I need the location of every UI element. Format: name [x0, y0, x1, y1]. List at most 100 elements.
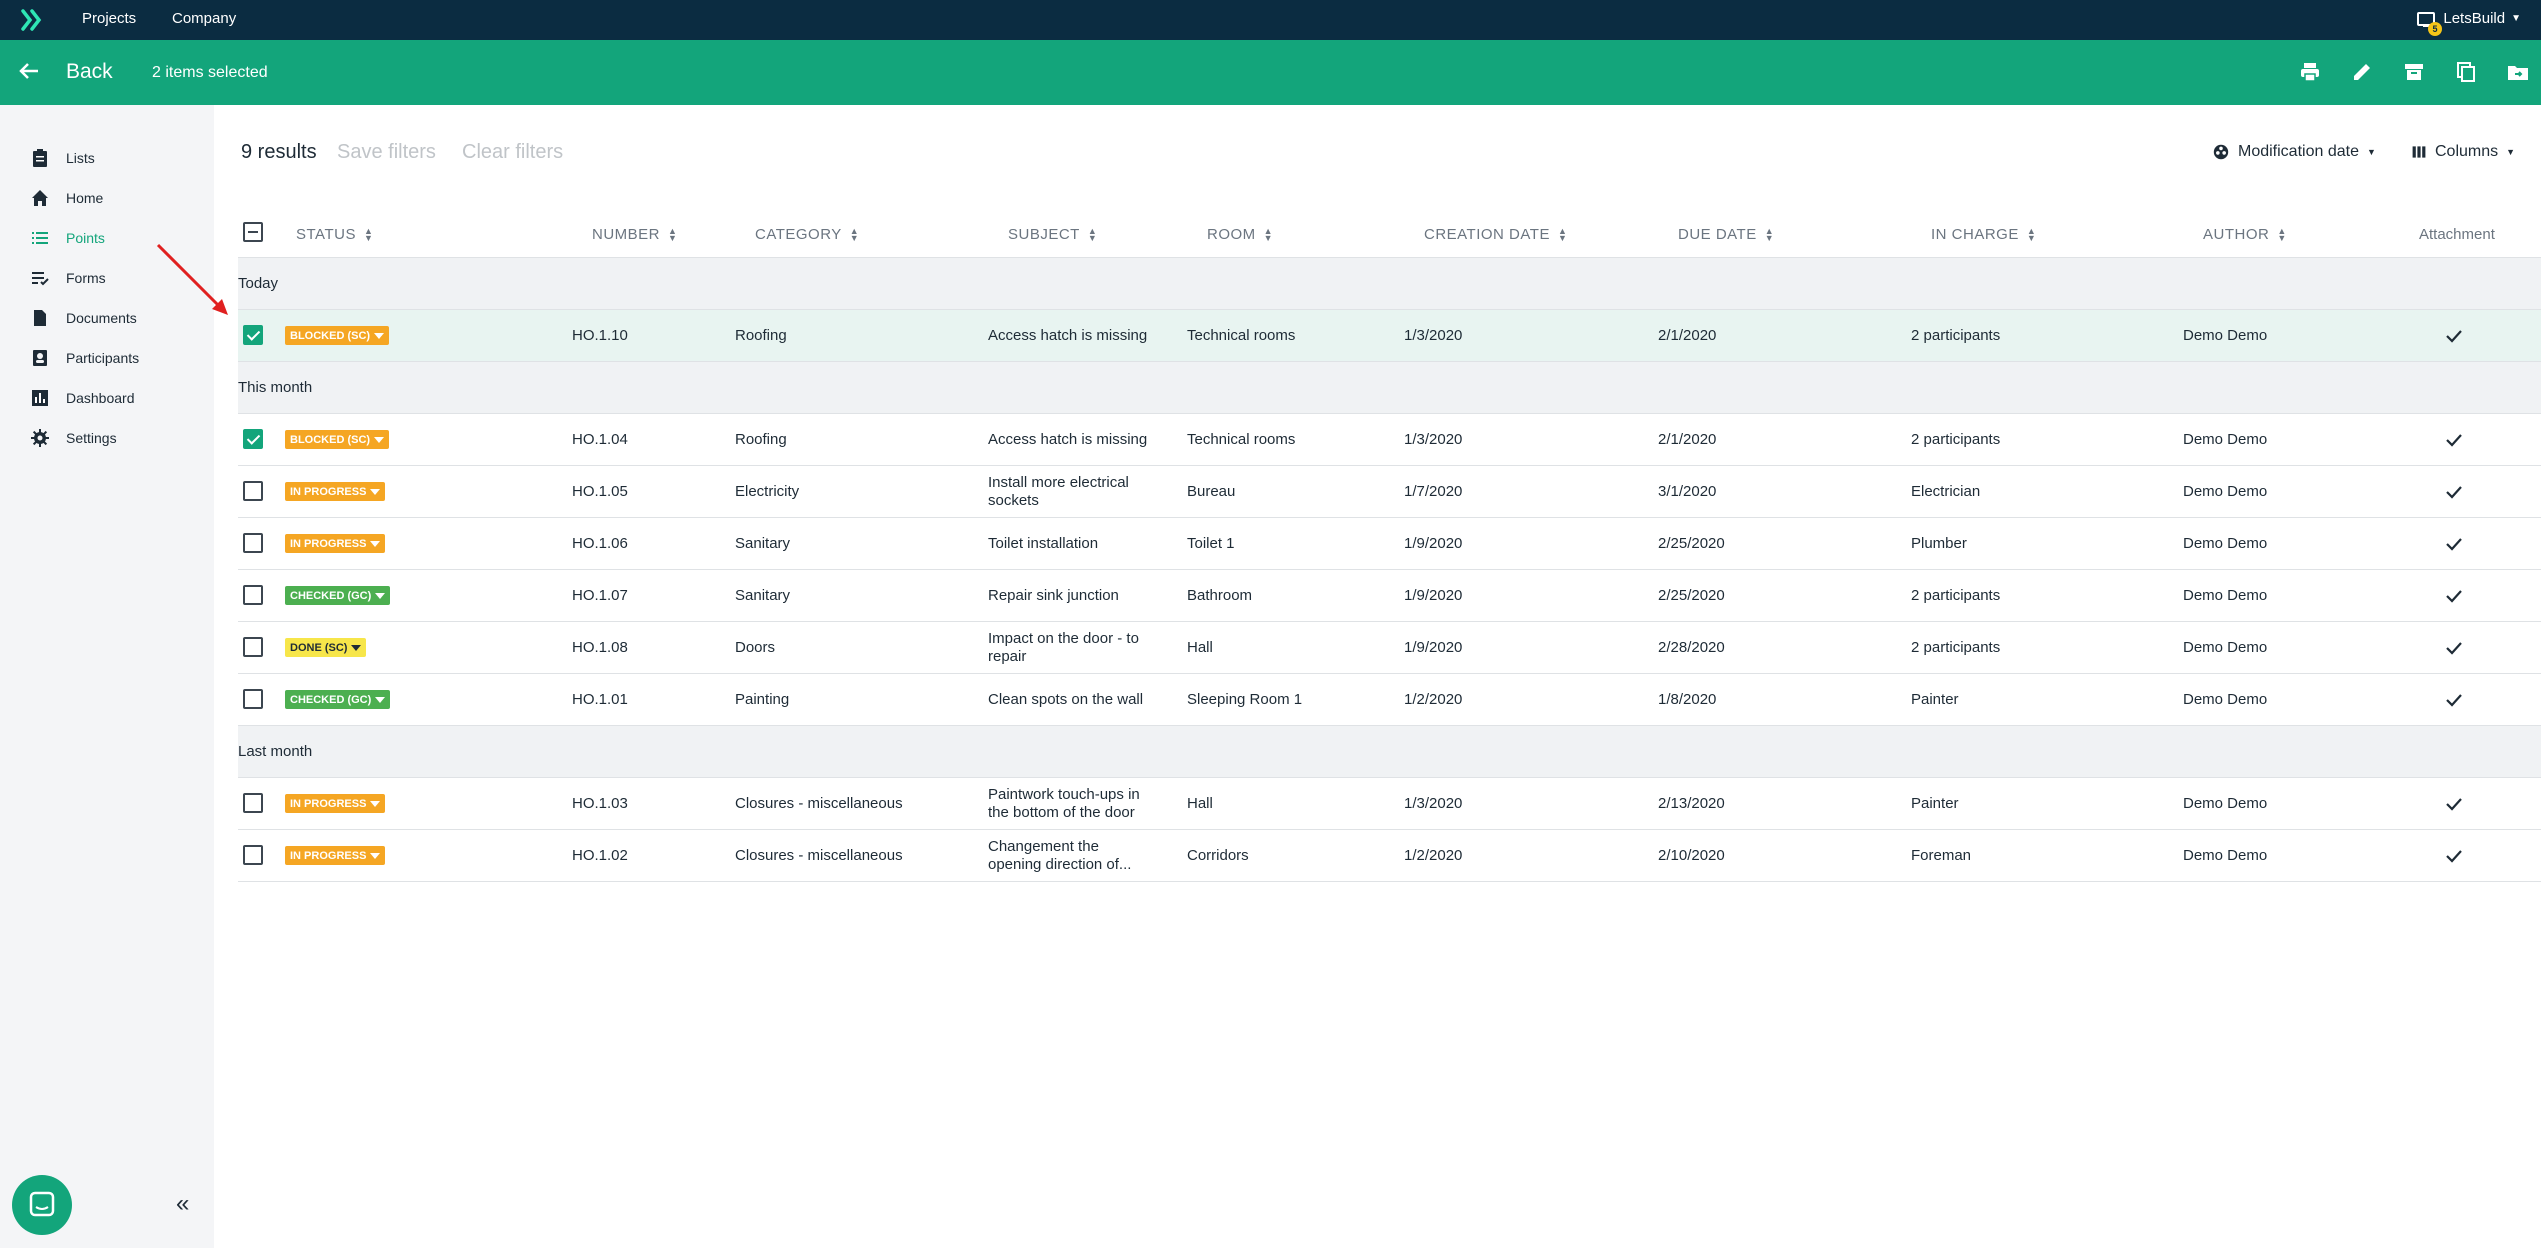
sidebar-item-label: Settings — [66, 430, 117, 446]
cell-creation: 1/3/2020 — [1404, 431, 1463, 448]
sidebar-item-settings[interactable]: Settings — [30, 425, 117, 451]
column-header-due-date[interactable]: DUE DATE ▲ ▼ — [1678, 226, 1774, 243]
cell-category: Sanitary — [735, 587, 791, 604]
sort-dropdown[interactable]: Modification date ▼ — [2212, 143, 2376, 161]
select-all-checkbox[interactable] — [243, 222, 263, 242]
subject-line: Access hatch is missing — [988, 431, 1148, 448]
table-row[interactable]: CHECKED (GC) HO.1.07 Sanitary Repair sink j… — [238, 570, 2541, 622]
status-badge[interactable]: IN PROGRESS — [285, 534, 386, 553]
back-button[interactable]: Back — [66, 60, 113, 84]
column-header-author[interactable]: AUTHOR ▲ ▼ — [2203, 226, 2287, 243]
sidebar-item-lists[interactable]: Lists — [30, 145, 95, 171]
status-badge[interactable]: DONE (SC) — [285, 638, 367, 657]
back-arrow-icon[interactable] — [18, 60, 40, 82]
collapse-sidebar-button[interactable]: « — [176, 1190, 189, 1218]
status-badge[interactable]: IN PROGRESS — [285, 794, 386, 813]
table-row[interactable]: CHECKED (GC) HO.1.01 Painting Clean spots o… — [238, 674, 2541, 726]
notification-button[interactable]: 5 — [2416, 10, 2442, 36]
sidebar-item-label: Points — [66, 230, 105, 246]
cell-attachment — [2444, 778, 2464, 830]
cell-creation: 1/9/2020 — [1404, 587, 1463, 604]
sidebar-item-home[interactable]: Home — [30, 185, 103, 211]
cell-category: Doors — [735, 639, 776, 656]
sidebar-item-label: Lists — [66, 150, 95, 166]
user-menu[interactable]: LetsBuild ▼ — [2443, 10, 2521, 27]
move-folder-icon[interactable] — [2506, 60, 2530, 84]
row-checkbox[interactable] — [243, 533, 263, 553]
column-header-category[interactable]: CATEGORY ▲ ▼ — [755, 226, 859, 243]
status-label: BLOCKED (SC) — [290, 329, 371, 342]
column-header-room[interactable]: ROOM ▲ ▼ — [1207, 226, 1273, 243]
row-checkbox[interactable] — [243, 845, 263, 865]
status-badge[interactable]: BLOCKED (SC) — [285, 430, 390, 449]
logo-icon[interactable] — [20, 8, 44, 32]
sidebar-item-label: Forms — [66, 270, 106, 286]
sort-arrows-icon: ▲ ▼ — [2026, 225, 2037, 243]
table-row[interactable]: BLOCKED (SC) HO.1.10 Roofing Access hatch i… — [238, 310, 2541, 362]
subject-line: opening direction of... — [988, 856, 1132, 873]
sidebar-item-label: Home — [66, 190, 104, 206]
table-row[interactable]: IN PROGRESS HO.1.03 Closures - miscellaneo… — [238, 778, 2541, 830]
row-checkbox[interactable] — [243, 429, 263, 449]
table-row[interactable]: BLOCKED (SC) HO.1.04 Roofing Access hatch i… — [238, 414, 2541, 466]
save-filters-button[interactable]: Save filters — [337, 141, 436, 164]
edit-icon[interactable] — [2350, 60, 2374, 84]
subject-line: sockets — [988, 492, 1039, 509]
main-content: 9 results Save filters Clear filters Mod… — [156, 105, 2541, 1248]
subject-line: Changement the — [988, 838, 1099, 855]
copy-icon[interactable] — [2454, 60, 2478, 84]
cell-incharge: Foreman — [1911, 847, 1972, 864]
cell-attachment — [2444, 414, 2464, 466]
table-row[interactable]: IN PROGRESS HO.1.02 Closures - miscellaneo… — [238, 830, 2541, 882]
sidebar-item-points[interactable]: Points — [30, 225, 105, 251]
column-header-creation-date[interactable]: CREATION DATE ▲ ▼ — [1424, 226, 1567, 243]
archive-icon[interactable] — [2402, 60, 2426, 84]
status-label: CHECKED (GC) — [290, 589, 372, 602]
column-header-number[interactable]: NUMBER ▲ ▼ — [592, 226, 677, 243]
cell-number: HO.1.06 — [572, 535, 628, 552]
cell-room: Sleeping Room 1 — [1187, 691, 1303, 708]
cell-room: Toilet 1 — [1187, 535, 1235, 552]
subject-line: the bottom of the door — [988, 804, 1135, 821]
row-checkbox[interactable] — [243, 689, 263, 709]
annotation-arrow — [156, 243, 228, 315]
columns-dropdown[interactable]: Columns ▼ — [2411, 143, 2515, 161]
cell-category: Electricity — [735, 483, 800, 500]
sidebar-item-label: Documents — [66, 310, 137, 326]
sidebar-item-participants[interactable]: Participants — [30, 345, 139, 371]
caret-down-icon — [370, 540, 381, 547]
sort-arrows-icon: ▲ ▼ — [363, 225, 374, 243]
sidebar-item-forms[interactable]: Forms — [30, 265, 106, 291]
print-icon[interactable] — [2298, 60, 2322, 84]
row-checkbox[interactable] — [243, 585, 263, 605]
cell-incharge: Painter — [1911, 691, 1959, 708]
row-checkbox[interactable] — [243, 325, 263, 345]
table-row[interactable]: IN PROGRESS HO.1.05 Electricity Install mor… — [238, 466, 2541, 518]
row-checkbox[interactable] — [243, 793, 263, 813]
status-badge[interactable]: IN PROGRESS — [285, 482, 386, 501]
status-badge[interactable]: CHECKED (GC) — [285, 586, 391, 605]
document-icon — [34, 310, 46, 326]
row-checkbox[interactable] — [243, 481, 263, 501]
cell-attachment — [2444, 830, 2464, 882]
sidebar-item-documents[interactable]: Documents — [30, 305, 137, 331]
clear-filters-button[interactable]: Clear filters — [462, 141, 563, 164]
subject-line: Paintwork touch-ups in — [988, 786, 1140, 803]
row-checkbox[interactable] — [243, 637, 263, 657]
nav-company[interactable]: Company — [172, 10, 236, 27]
sidebar-item-dashboard[interactable]: Dashboard — [30, 385, 135, 411]
nav-projects[interactable]: Projects — [82, 10, 136, 27]
column-header-subject[interactable]: SUBJECT ▲ ▼ — [1008, 226, 1097, 243]
status-badge[interactable]: CHECKED (GC) — [285, 690, 391, 709]
cell-due: 2/25/2020 — [1658, 535, 1725, 552]
table-row[interactable]: IN PROGRESS HO.1.06 Sanitary Toilet install… — [238, 518, 2541, 570]
cell-subject: Clean spots on the wall — [988, 674, 1168, 726]
status-badge[interactable]: IN PROGRESS — [285, 846, 386, 865]
column-header-status[interactable]: STATUS ▲ ▼ — [296, 226, 373, 243]
status-badge[interactable]: BLOCKED (SC) — [285, 326, 390, 345]
cell-subject: Install more electrical sockets — [988, 466, 1168, 518]
cell-author: Demo Demo — [2183, 691, 2268, 708]
table-row[interactable]: DONE (SC) HO.1.08 Doors Impact on the door … — [238, 622, 2541, 674]
chat-button[interactable] — [12, 1175, 72, 1235]
column-header-in-charge[interactable]: IN CHARGE ▲ ▼ — [1931, 226, 2036, 243]
